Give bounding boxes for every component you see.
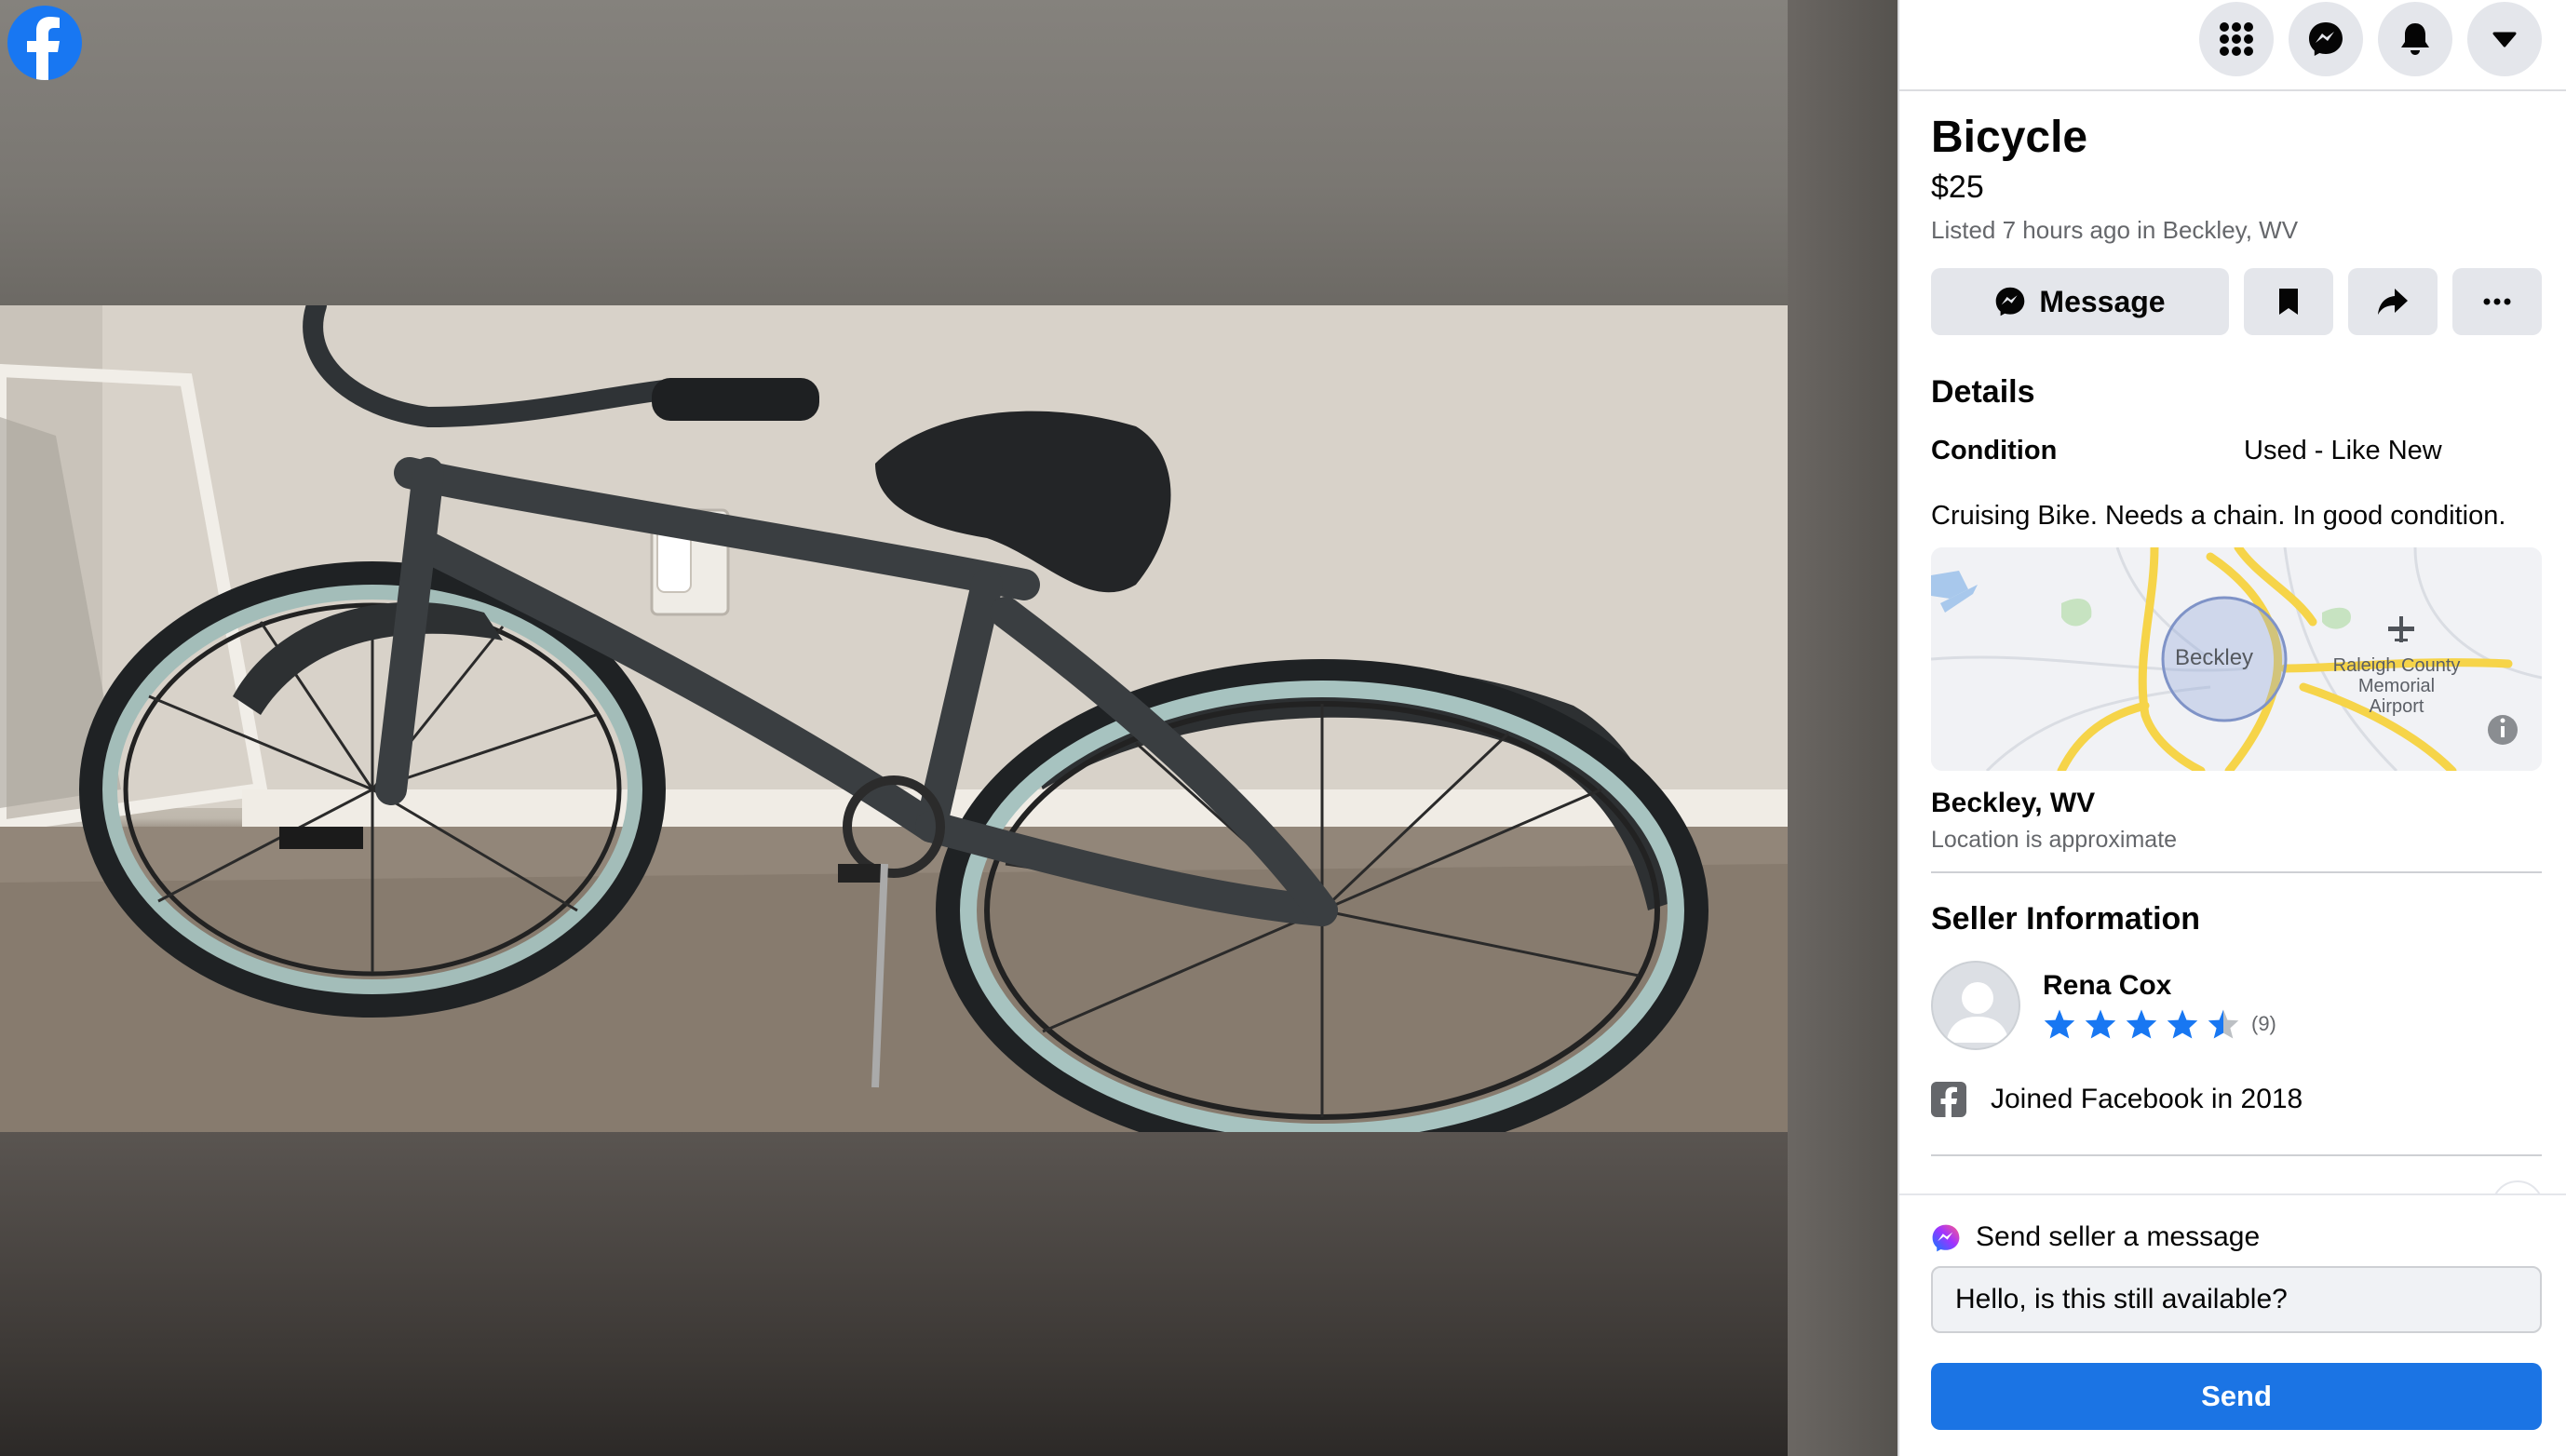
listing-photo[interactable] [0,305,1788,1132]
top-navigation-bar [1899,0,2566,91]
notifications-button[interactable] [2378,2,2452,76]
facebook-logo-icon[interactable] [7,6,82,80]
divider [1931,1154,2542,1156]
send-message-heading: Send seller a message [1976,1221,2261,1252]
media-viewer [0,0,1897,1456]
messenger-icon [2309,22,2343,56]
bookmark-icon [2279,289,2298,315]
messenger-gradient-icon [1932,1224,1960,1252]
messenger-icon [1996,287,2025,317]
ellipsis-icon [2483,298,2511,305]
star-icon [2167,1009,2198,1039]
message-input[interactable] [1931,1266,2542,1333]
listing-description: Cruising Bike. Needs a chain. In good co… [1931,501,2506,531]
listing-panel: Bicycle $25 Listed 7 hours ago in Beckle… [1897,0,2566,1456]
seller-rating: (9) [2043,1005,2276,1043]
listing-title: Bicycle [1931,113,2088,162]
star-icon [2044,1009,2075,1039]
caret-down-icon [2492,32,2517,47]
divider [1931,871,2542,873]
blurred-background-right [1788,0,1897,1456]
message-button-label: Message [2039,284,2166,318]
location-name: Beckley, WV [1931,788,2096,818]
star-icon [2085,1009,2116,1039]
listing-price: $25 [1931,169,1984,205]
star-icon [2126,1009,2157,1039]
listing-meta: Listed 7 hours ago in Beckley, WV [1931,216,2299,244]
map-city-label: Beckley [2175,645,2254,670]
bell-icon [2401,23,2429,55]
avatar[interactable] [1931,961,2020,1050]
location-note: Location is approximate [1931,827,2178,853]
condition-label: Condition [1931,436,2058,465]
more-options-button[interactable] [2452,268,2542,335]
messenger-button[interactable] [2289,2,2363,76]
account-menu-button[interactable] [2467,2,2542,76]
details-heading: Details [1931,374,2035,410]
message-button[interactable]: Message [1931,268,2229,335]
menu-button[interactable] [2199,2,2274,76]
seller-name[interactable]: Rena Cox [2043,970,2171,1002]
seller-heading: Seller Information [1931,901,2201,937]
send-button[interactable]: Send [1931,1363,2542,1430]
half-star-icon [2208,1009,2239,1039]
blurred-background-bottom [0,1130,1897,1456]
joined-facebook-text: Joined Facebook in 2018 [1991,1084,2303,1114]
blurred-background-top [0,0,1897,307]
rating-count[interactable]: (9) [2251,1012,2276,1036]
share-arrow-icon [2378,289,2408,315]
share-button[interactable] [2348,268,2438,335]
save-button[interactable] [2244,268,2333,335]
map-airport-label: Raleigh County Memorial Airport [2332,655,2461,717]
grid-menu-icon [2220,22,2253,56]
location-map[interactable]: Beckley Raleigh County Memorial Airport [1931,547,2542,771]
condition-value: Used - Like New [2244,436,2442,465]
facebook-square-icon [1931,1082,1966,1117]
